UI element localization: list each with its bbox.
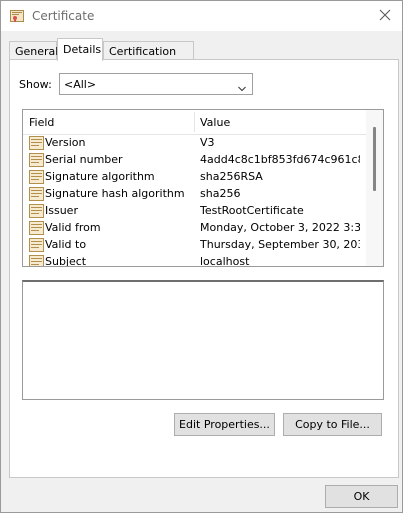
field-icon (29, 187, 44, 201)
column-divider[interactable] (194, 112, 195, 132)
field-name: Serial number (45, 153, 123, 166)
field-icon (29, 255, 44, 266)
close-icon (379, 9, 391, 24)
tab-label: Details (63, 43, 102, 56)
field-value: sha256 (200, 187, 241, 200)
tab-general[interactable]: General (9, 41, 59, 60)
field-value: localhost (200, 255, 250, 267)
tab-label: General (15, 45, 59, 58)
table-row[interactable]: Version V3 (23, 135, 367, 152)
field-value: TestRootCertificate (200, 204, 304, 217)
field-icon (29, 170, 44, 184)
field-value: Thursday, September 30, 203... (200, 238, 360, 251)
field-detail-textbox[interactable] (22, 280, 384, 400)
tab-details[interactable]: Details (57, 38, 103, 61)
table-row[interactable]: Subject localhost (23, 254, 367, 267)
copy-to-file-button[interactable]: Copy to File... (283, 413, 382, 436)
field-value: sha256RSA (200, 170, 263, 183)
column-header-value[interactable]: Value (200, 116, 230, 129)
table-row[interactable]: Signature hash algorithm sha256 (23, 186, 367, 203)
chevron-down-icon (238, 82, 246, 92)
field-icon (29, 238, 44, 252)
edit-properties-button[interactable]: Edit Properties... (174, 413, 275, 436)
scrollbar-thumb[interactable] (373, 127, 376, 191)
field-icon (29, 153, 44, 167)
field-name: Valid from (45, 221, 101, 234)
table-row[interactable]: Issuer TestRootCertificate (23, 203, 367, 220)
table-row[interactable]: Signature algorithm sha256RSA (23, 169, 367, 186)
field-name: Signature algorithm (45, 170, 155, 183)
field-name: Subject (45, 255, 87, 267)
list-header: Field Value (23, 110, 367, 135)
details-panel: Show: <All> Field Value Version V3 Seria… (9, 59, 399, 478)
table-row[interactable]: Serial number 4add4c8c1bf853fd674c961c8.… (23, 152, 367, 169)
certificate-dialog: Certificate General Details Certificatio… (0, 0, 403, 513)
field-name: Version (45, 136, 86, 149)
window-title: Certificate (32, 9, 95, 23)
list-rows: Version V3 Serial number 4add4c8c1bf853f… (23, 135, 367, 267)
field-icon (29, 221, 44, 235)
table-row[interactable]: Valid to Thursday, September 30, 203... (23, 237, 367, 254)
field-name: Signature hash algorithm (45, 187, 185, 200)
title-bar[interactable]: Certificate (1, 1, 402, 31)
field-name: Issuer (45, 204, 78, 217)
field-name: Valid to (45, 238, 87, 251)
field-value: 4add4c8c1bf853fd674c961c8... (200, 153, 360, 166)
field-value: Monday, October 3, 2022 3:3... (200, 221, 360, 234)
field-icon (29, 136, 44, 150)
show-label: Show: (19, 78, 52, 91)
vertical-scrollbar[interactable] (366, 110, 383, 266)
certificate-icon (10, 10, 24, 22)
close-button[interactable] (368, 1, 402, 31)
tab-certification-path[interactable]: Certification Path (103, 41, 194, 77)
field-icon (29, 204, 44, 218)
field-value: V3 (200, 136, 215, 149)
column-header-field[interactable]: Field (29, 116, 54, 129)
show-dropdown[interactable]: <All> (59, 73, 253, 95)
table-row[interactable]: Valid from Monday, October 3, 2022 3:3..… (23, 220, 367, 237)
show-dropdown-value: <All> (64, 78, 97, 91)
ok-button[interactable]: OK (325, 485, 398, 508)
fields-list[interactable]: Field Value Version V3 Serial number 4ad… (22, 109, 384, 267)
